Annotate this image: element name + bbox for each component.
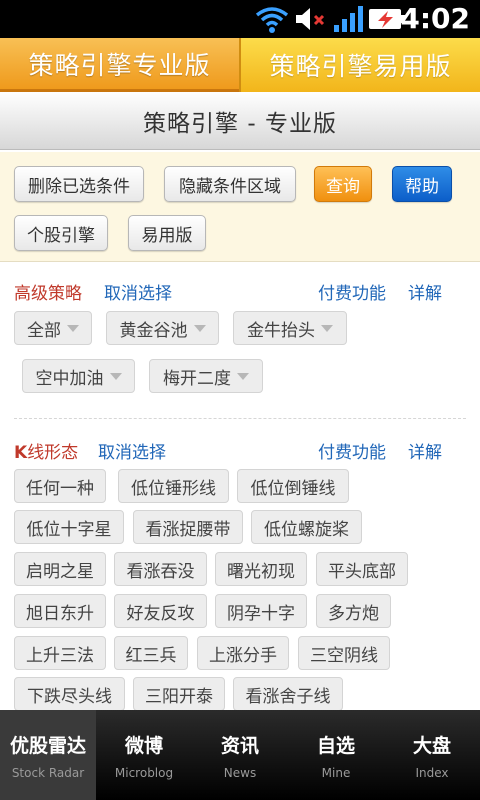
kline-pattern-chip[interactable]: 低位十字星 bbox=[14, 510, 124, 544]
signal-icon bbox=[334, 6, 363, 32]
hide-conditions-button[interactable]: 隐藏条件区域 bbox=[164, 166, 296, 202]
kline-pattern-chip[interactable]: 上升三法 bbox=[14, 636, 106, 670]
strategy-select-all[interactable]: 全部 bbox=[14, 311, 92, 345]
strategy-select-golden-valley[interactable]: 黄金谷池 bbox=[106, 311, 219, 345]
strategy-select-double-bloom[interactable]: 梅开二度 bbox=[149, 359, 263, 393]
nav-label: 微博 bbox=[124, 734, 163, 757]
kline-pattern-chip[interactable]: 看涨舍子线 bbox=[233, 677, 343, 711]
nav-label: 优股雷达 bbox=[9, 734, 86, 757]
top-tabs: 策略引擎专业版 策略引擎易用版 bbox=[0, 38, 480, 92]
stock-engine-button[interactable]: 个股引擎 bbox=[14, 215, 108, 251]
chip-label: 梅开二度 bbox=[163, 368, 231, 389]
wifi-icon bbox=[255, 7, 289, 33]
advanced-cancel-link[interactable]: 取消选择 bbox=[104, 279, 172, 304]
nav-sublabel: Mine bbox=[321, 765, 351, 780]
dropdown-arrow-icon bbox=[237, 372, 249, 380]
kline-title-prefix: K bbox=[14, 443, 28, 463]
kline-pattern-chip[interactable]: 阴孕十字 bbox=[215, 594, 307, 628]
advanced-detail-link[interactable]: 详解 bbox=[408, 279, 442, 304]
kline-pattern-chip[interactable]: 低位锤形线 bbox=[118, 469, 229, 503]
nav-mine[interactable]: 自选 Mine bbox=[288, 710, 384, 800]
chip-label: 金牛抬头 bbox=[247, 320, 315, 341]
kline-pattern-chip[interactable]: 三阳开泰 bbox=[133, 677, 225, 711]
kline-pattern-chip[interactable]: 低位倒锤线 bbox=[237, 469, 349, 503]
chip-label: 全部 bbox=[27, 320, 61, 341]
bottom-nav: 优股雷达 Stock Radar 微博 Microblog 资讯 News 自选… bbox=[0, 710, 480, 800]
nav-sublabel: Index bbox=[415, 765, 449, 780]
nav-label: 自选 bbox=[316, 734, 355, 757]
advanced-strategy-title: 高级策略 bbox=[14, 284, 82, 304]
kline-cancel-link[interactable]: 取消选择 bbox=[98, 438, 166, 463]
kline-paid-link[interactable]: 付费功能 bbox=[318, 438, 386, 463]
nav-news[interactable]: 资讯 News bbox=[192, 710, 288, 800]
kline-title: K线形态 bbox=[14, 438, 78, 463]
kline-pattern-chip[interactable]: 多方炮 bbox=[316, 594, 391, 628]
kline-detail-link[interactable]: 详解 bbox=[408, 438, 442, 463]
advanced-paid-link[interactable]: 付费功能 bbox=[318, 279, 386, 304]
dropdown-arrow-icon bbox=[67, 324, 79, 332]
tab-easy[interactable]: 策略引擎易用版 bbox=[239, 38, 480, 92]
nav-microblog[interactable]: 微博 Microblog bbox=[96, 710, 192, 800]
status-time: 4:02 bbox=[400, 2, 470, 35]
section-divider bbox=[14, 418, 466, 419]
volume-muted-icon bbox=[296, 8, 325, 30]
kline-pattern-chip[interactable]: 看涨吞没 bbox=[114, 552, 207, 586]
help-button[interactable]: 帮助 bbox=[392, 166, 452, 202]
kline-pattern-chip[interactable]: 好友反攻 bbox=[114, 594, 207, 628]
nav-sublabel: News bbox=[223, 765, 257, 780]
kline-pattern-chip[interactable]: 曙光初现 bbox=[215, 552, 307, 586]
dropdown-arrow-icon bbox=[109, 372, 122, 380]
nav-sublabel: Microblog bbox=[114, 765, 174, 780]
query-button[interactable]: 查询 bbox=[314, 166, 372, 202]
kline-title-rest: 线形态 bbox=[27, 443, 79, 463]
tab-pro[interactable]: 策略引擎专业版 bbox=[0, 38, 239, 92]
kline-pattern-chip[interactable]: 红三兵 bbox=[114, 636, 188, 670]
clear-conditions-button[interactable]: 删除已选条件 bbox=[14, 166, 144, 202]
chip-label: 空中加油 bbox=[35, 368, 104, 389]
title-bar: 策略引擎 - 专业版 bbox=[0, 92, 480, 150]
status-bar: 4:02 bbox=[0, 0, 480, 38]
strategy-select-bull-rising[interactable]: 金牛抬头 bbox=[233, 311, 347, 345]
nav-stock-radar[interactable]: 优股雷达 Stock Radar bbox=[0, 710, 96, 800]
strategy-select-mid-air-refuel[interactable]: 空中加油 bbox=[22, 359, 135, 393]
kline-header: K线形态 取消选择 付费功能 详解 bbox=[14, 438, 454, 464]
nav-label: 大盘 bbox=[412, 734, 451, 757]
nav-sublabel: Stock Radar bbox=[11, 765, 85, 780]
control-panel: 删除已选条件 隐藏条件区域 查询 帮助 个股引擎 易用版 bbox=[0, 152, 480, 262]
kline-pattern-chip[interactable]: 平头底部 bbox=[316, 552, 408, 586]
nav-label: 资讯 bbox=[220, 734, 259, 757]
advanced-strategy-header: 高级策略 取消选择 付费功能 详解 bbox=[14, 279, 454, 305]
kline-pattern-chip[interactable]: 任何一种 bbox=[14, 469, 106, 503]
dropdown-arrow-icon bbox=[193, 324, 206, 332]
chip-label: 黄金谷池 bbox=[119, 320, 188, 341]
kline-pattern-chip[interactable]: 旭日东升 bbox=[14, 594, 106, 628]
kline-pattern-chip[interactable]: 低位螺旋桨 bbox=[251, 510, 362, 544]
easy-version-button[interactable]: 易用版 bbox=[128, 215, 206, 251]
kline-pattern-chip[interactable]: 看涨捉腰带 bbox=[133, 510, 243, 544]
kline-pattern-chip[interactable]: 下跌尽头线 bbox=[14, 677, 125, 711]
kline-pattern-chip[interactable]: 上涨分手 bbox=[197, 636, 289, 670]
dropdown-arrow-icon bbox=[321, 324, 333, 332]
page-title: 策略引擎 - 专业版 bbox=[143, 110, 337, 137]
kline-pattern-chip[interactable]: 启明之星 bbox=[14, 552, 106, 586]
nav-index[interactable]: 大盘 Index bbox=[384, 710, 480, 800]
kline-pattern-chip[interactable]: 三空阴线 bbox=[298, 636, 390, 670]
